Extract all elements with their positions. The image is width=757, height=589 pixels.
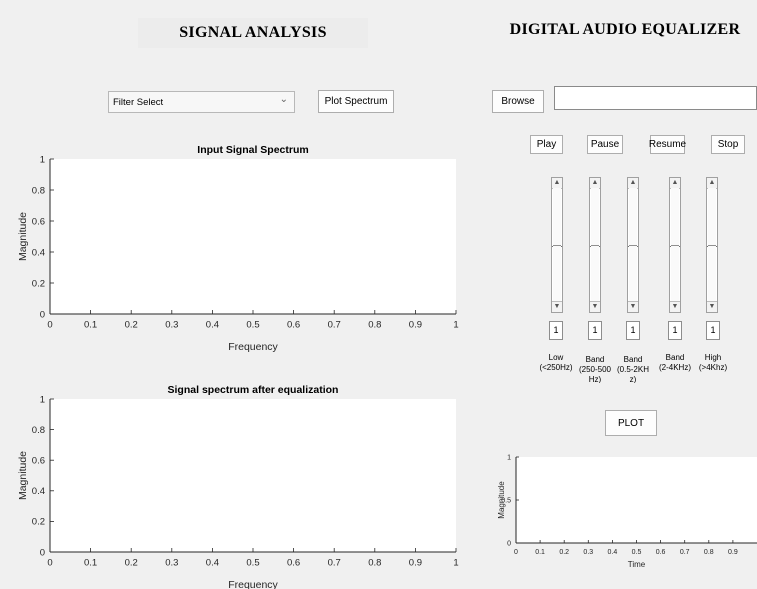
y-tick-label: 0.8 [32,185,45,196]
y-tick-label: 0.4 [32,247,45,258]
x-tick-label: 0.2 [559,549,569,556]
x-tick-label: 0 [514,549,518,556]
x-tick-label: 0.8 [368,320,381,331]
x-tick-label: 0.1 [84,320,97,331]
x-tick-label: 0.3 [165,558,178,569]
x-tick-label: 0.2 [125,558,138,569]
y-tick-label: 1 [40,154,45,165]
y-tick-label: 0.4 [32,486,45,497]
x-tick-label: 0.7 [328,320,341,331]
y-tick-label: 0 [40,547,45,558]
x-tick-label: 0.1 [535,549,545,556]
x-tick-label: 0.5 [246,320,259,331]
y-tick-label: 0 [507,540,511,547]
x-tick-label: 0.4 [206,320,219,331]
plot-area [50,159,456,314]
x-tick-label: 0.7 [328,558,341,569]
x-tick-label: 0.6 [287,558,300,569]
x-axis-label: Frequency [228,341,278,353]
x-axis-label: Frequency [228,579,278,589]
y-tick-label: 1 [507,454,511,461]
x-tick-label: 0.6 [287,320,300,331]
y-tick-label: 0 [40,309,45,320]
x-tick-label: 0.5 [632,549,642,556]
y-tick-label: 0.2 [32,517,45,528]
x-tick-label: 0.3 [583,549,593,556]
y-tick-label: 0.6 [32,216,45,227]
y-axis-label: Magnitude [497,481,506,519]
x-tick-label: 1 [453,320,458,331]
x-tick-label: 0.9 [728,549,738,556]
chart-title: Signal spectrum after equalization [168,384,339,396]
x-tick-label: 0.3 [165,320,178,331]
x-tick-label: 0.4 [206,558,219,569]
x-tick-label: 0.9 [409,558,422,569]
y-tick-label: 0.8 [32,425,45,436]
x-tick-label: 0.9 [409,320,422,331]
x-tick-label: 0.2 [125,320,138,331]
x-tick-label: 0.6 [656,549,666,556]
x-tick-label: 0.7 [680,549,690,556]
y-axis-label: Magnitude [17,212,29,261]
x-tick-label: 0 [47,320,52,331]
y-axis-label: Magnitude [17,451,29,500]
plot-area [516,457,757,543]
x-tick-label: 0 [47,558,52,569]
x-tick-label: 0.4 [608,549,618,556]
x-tick-label: 0.5 [246,558,259,569]
input-signal-spectrum-chart: 0 0.1 0.2 0.3 0.4 0.5 0.6 0.7 0.8 0.9 1 0 0.2 0.4 0.6 0… [17,144,757,589]
y-tick-label: 0.2 [32,278,45,289]
x-tick-label: 0.8 [368,558,381,569]
chart-title: Input Signal Spectrum [197,144,308,156]
y-tick-label: 1 [40,394,45,405]
x-tick-label: 0.8 [704,549,714,556]
plot-area [50,399,456,552]
y-tick-label: 0.6 [32,456,45,467]
x-tick-label: 0.1 [84,558,97,569]
x-axis-label: Time [628,560,646,569]
x-tick-label: 1 [453,558,458,569]
